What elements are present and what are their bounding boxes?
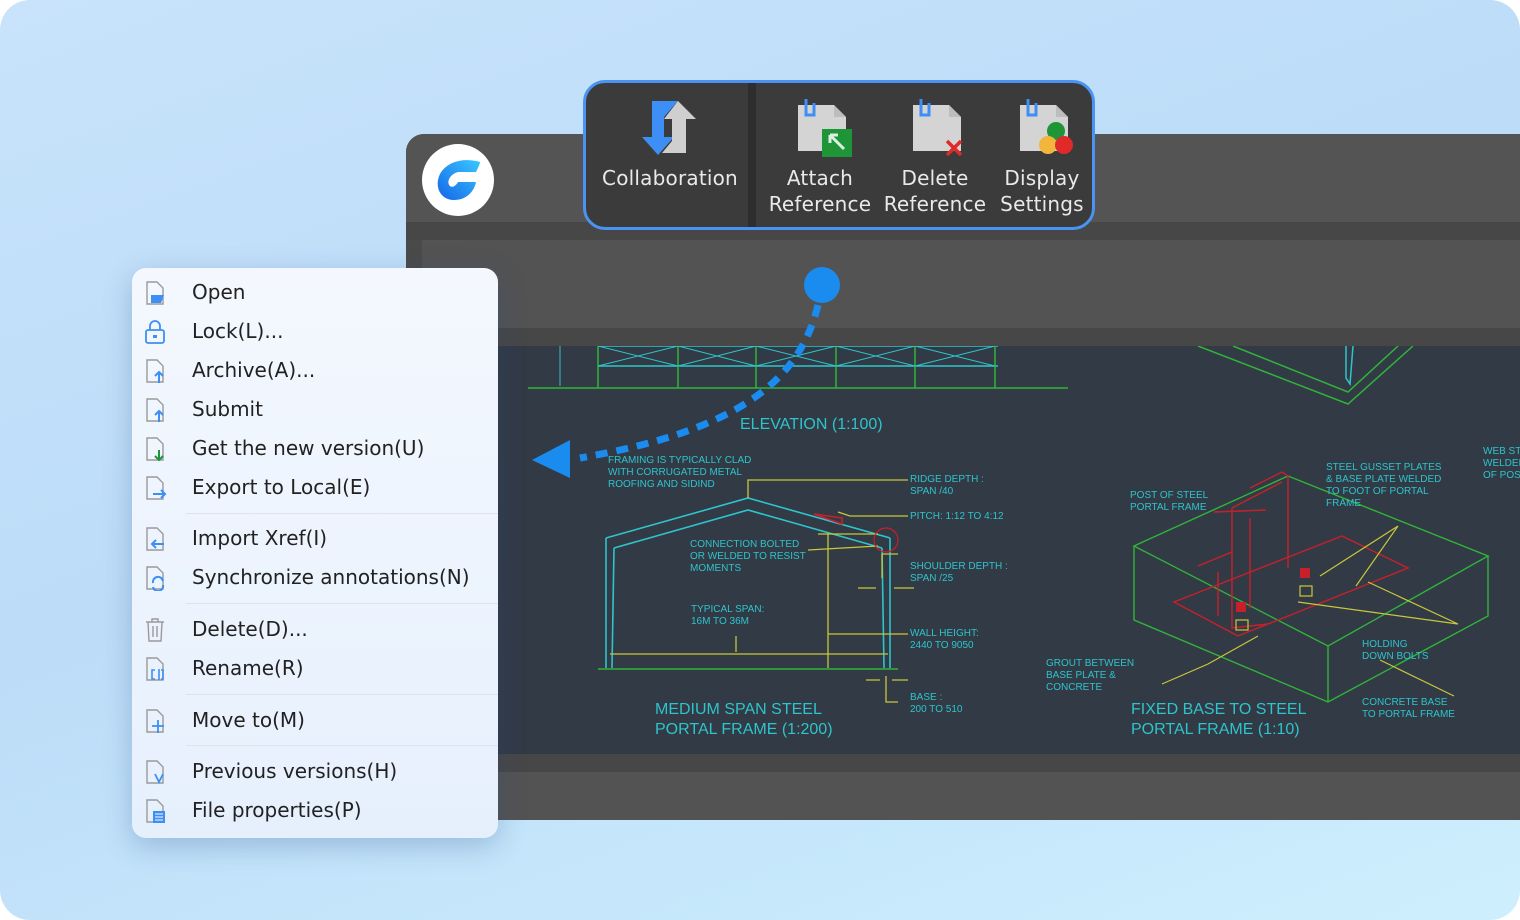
- menu-item-label: Synchronize annotations(N): [192, 564, 470, 589]
- arrow-head-icon: [532, 440, 570, 478]
- versions-icon: [146, 760, 164, 785]
- menu-item-rename[interactable]: Rename(R): [132, 648, 498, 687]
- menu-item-export-to-local[interactable]: Export to Local(E): [132, 467, 498, 506]
- menu-item-label: Rename(R): [192, 655, 304, 680]
- menu-item-move-to[interactable]: Move to(M): [132, 700, 498, 739]
- menu-item-label: File properties(P): [192, 797, 362, 822]
- menu-item-label: Move to(M): [192, 707, 305, 732]
- menu-item-synchronize-annotations[interactable]: Synchronize annotations(N): [132, 557, 498, 596]
- delete-reference-button[interactable]: Delete Reference: [879, 83, 991, 227]
- trash-icon: [146, 618, 164, 642]
- attach-reference-icon: [798, 99, 852, 157]
- lock-icon: [145, 320, 165, 344]
- move-icon: [146, 709, 164, 733]
- menu-item-archive[interactable]: Archive(A)...: [132, 350, 498, 389]
- collaboration-button[interactable]: Collaboration: [592, 83, 748, 227]
- delete-reference-icon: [913, 99, 963, 157]
- display-settings-button[interactable]: Display Settings: [991, 83, 1092, 227]
- menu-item-label: Submit: [192, 396, 263, 421]
- menu-separator: [186, 745, 498, 746]
- dashed-path: [579, 304, 822, 462]
- menu-separator: [186, 694, 498, 695]
- menu-item-label: Open: [192, 279, 246, 304]
- archive-icon: [146, 359, 164, 383]
- menu-item-label: Archive(A)...: [192, 357, 316, 382]
- menu-item-label: Get the new version(U): [192, 435, 425, 460]
- menu-item-label: Previous versions(H): [192, 758, 398, 783]
- menu-item-lock[interactable]: Lock(L)...: [132, 311, 498, 350]
- submit-icon: [146, 398, 164, 422]
- get-new-version-icon: [146, 437, 164, 462]
- menu-item-submit[interactable]: Submit: [132, 389, 498, 428]
- menu-item-open[interactable]: Open: [132, 272, 498, 311]
- collaboration-ribbon: Collaboration Attach Reference Delete Re…: [583, 80, 1095, 230]
- arrow-origin-dot: [804, 267, 840, 303]
- menu-item-previous-versions[interactable]: Previous versions(H): [132, 751, 498, 790]
- menu-item-label: Lock(L)...: [192, 318, 284, 343]
- import-xref-icon: [146, 527, 164, 551]
- menu-item-label: Delete(D)...: [192, 616, 308, 641]
- menu-separator: [186, 603, 498, 604]
- menu-item-file-properties[interactable]: File properties(P): [132, 790, 498, 829]
- menu-item-get-the-new-version[interactable]: Get the new version(U): [132, 428, 498, 467]
- menu-item-import-xref[interactable]: Import Xref(I): [132, 518, 498, 557]
- sync-icon: [146, 566, 165, 591]
- display-settings-icon: [1020, 99, 1073, 154]
- background: ELEVATION (1:100) FRAMING IS TYPICALLY C…: [0, 0, 1520, 920]
- attach-reference-button[interactable]: Attach Reference: [761, 83, 879, 227]
- open-file-icon: [146, 281, 164, 305]
- context-menu: Open Lock(L)... Archive(A)... Submit Get the…: [132, 268, 498, 838]
- rename-icon: [146, 657, 164, 681]
- menu-item-label: Export to Local(E): [192, 474, 371, 499]
- export-icon: [146, 476, 167, 500]
- collaboration-icon: [642, 101, 696, 155]
- menu-item-delete[interactable]: Delete(D)...: [132, 609, 498, 648]
- properties-icon: [146, 799, 165, 823]
- menu-item-label: Import Xref(I): [192, 525, 328, 550]
- ribbon-separator: [748, 83, 756, 227]
- menu-separator: [186, 513, 498, 514]
